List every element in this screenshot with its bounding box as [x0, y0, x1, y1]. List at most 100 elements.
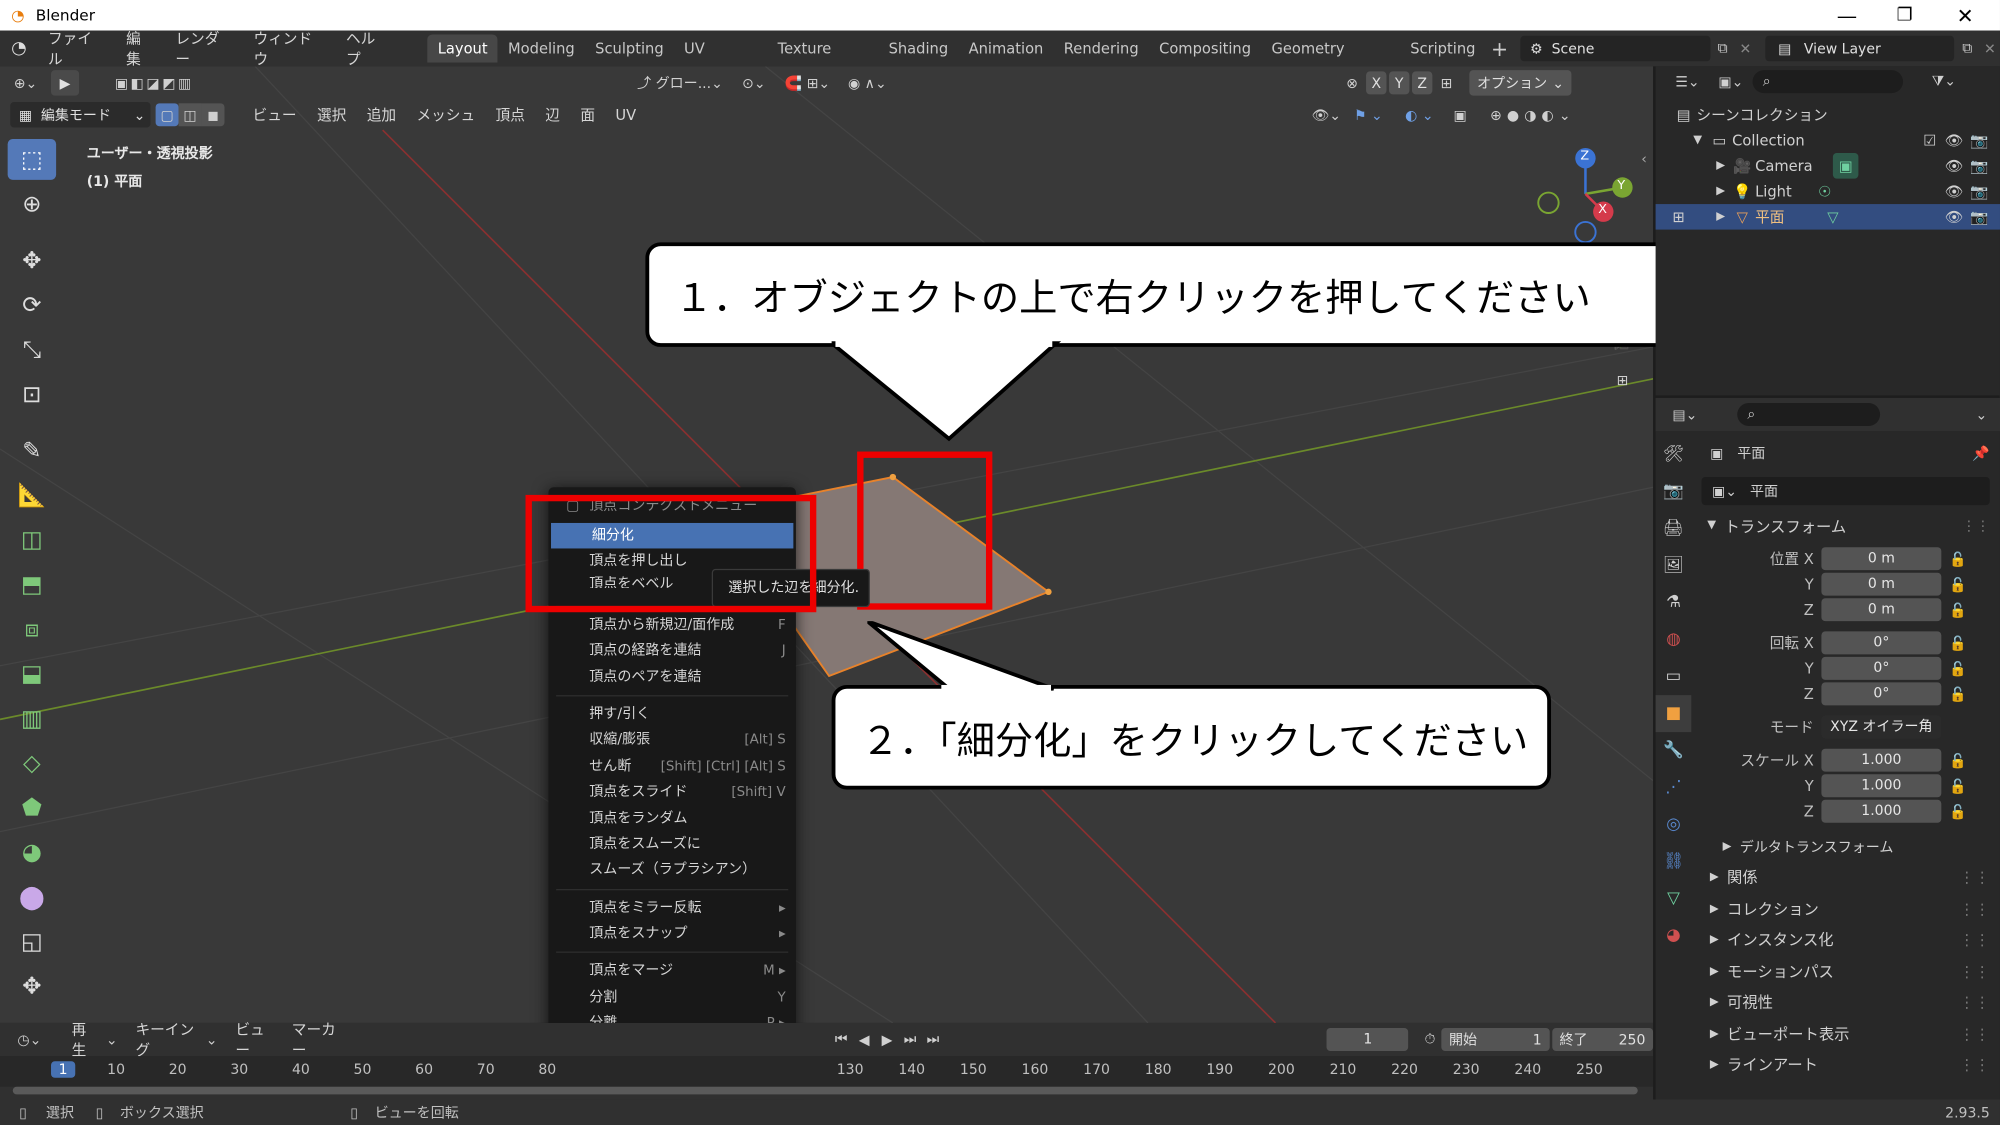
workspace-tab[interactable]: UV Editing [674, 34, 768, 86]
render-camera-icon[interactable]: 📷 [1967, 153, 1993, 179]
context-menu-item[interactable]: 頂点から新規辺/面作成 F [548, 612, 795, 638]
workspace-tab[interactable]: Rendering [1054, 34, 1149, 62]
context-menu-item[interactable]: 押す/引く [548, 701, 795, 727]
drag-handle-icon[interactable]: ⋮⋮ [1959, 987, 1990, 1018]
scene-selector[interactable]: ⚙ Scene [1521, 35, 1711, 62]
context-menu-item[interactable]: 収縮/膨張 [Alt] S [548, 727, 795, 753]
edit-mode-toggle-icon[interactable]: ⊞ [1663, 204, 1694, 230]
eye-icon[interactable]: 👁 [1941, 179, 1967, 205]
edge-slide-tool-icon[interactable]: ◱ [8, 921, 56, 962]
workspace-tab[interactable]: Shading [878, 34, 958, 62]
viewport-menu-item[interactable]: 選択 [307, 105, 357, 125]
end-frame-field[interactable]: 終了 250 [1551, 1028, 1654, 1052]
bevel-tool-icon[interactable]: ⬓ [8, 653, 56, 694]
properties-editor-icon[interactable]: ▤⌄ [1663, 406, 1706, 423]
timeline-menu-item[interactable]: キーイング [125, 1019, 205, 1060]
auto-merge-icon[interactable]: ⊞ [1434, 75, 1460, 92]
maximize-icon[interactable]: ❐ [1897, 5, 1913, 25]
transform-tool-icon[interactable]: ⊡ [8, 374, 56, 415]
timeline-scrollbar[interactable] [12, 1086, 1638, 1095]
new-view-layer-icon[interactable]: ⧉ [1955, 40, 1980, 58]
transform-orientation[interactable]: ⤴ グロー... ⌄ [633, 73, 735, 93]
mirror-axis-icon[interactable]: ⊗ [1339, 75, 1365, 92]
edge-select-icon[interactable]: ◫ [178, 103, 202, 127]
pin-icon[interactable]: 📌 [1972, 445, 1989, 462]
scene-tab-icon[interactable]: ⚗ [1656, 584, 1692, 621]
disclosure-closed-icon[interactable]: ▶ [1712, 179, 1730, 205]
particles-tab-icon[interactable]: ⋰ [1656, 769, 1692, 806]
lock-icon[interactable]: 🔓 [1949, 777, 1966, 794]
viewport-menu-item[interactable]: 追加 [357, 105, 407, 125]
gizmo-toggle-icon[interactable]: ⚑ ⌄ [1343, 107, 1394, 124]
blender-menu-icon[interactable]: ◔ [0, 38, 38, 58]
main-menu-item[interactable]: レンダー [165, 28, 243, 69]
world-tab-icon[interactable]: ◍ [1656, 621, 1692, 658]
eye-icon[interactable]: 👁 [1941, 204, 1967, 230]
select-box-tool-icon[interactable]: ⬚ [7, 139, 57, 180]
filter-icon[interactable]: ⧩⌄ [1926, 73, 1962, 91]
knife-tool-icon[interactable]: ◇ [8, 742, 56, 783]
mirror-y-button[interactable]: Y [1389, 71, 1410, 95]
inset-tool-icon[interactable]: ⧈ [8, 608, 56, 649]
jump-start-icon[interactable]: ⏮ [830, 1031, 853, 1049]
rotation-y-field[interactable]: 0° [1821, 656, 1942, 680]
minimize-icon[interactable]: — [1837, 3, 1857, 27]
object-tab-icon[interactable]: ■ [1655, 695, 1692, 733]
current-frame-field[interactable]: 1 [1327, 1028, 1409, 1052]
shading-modes-icon[interactable]: ⊕●◑◐⌄ [1475, 107, 1590, 124]
visibility-icon[interactable]: 👁⌄ [1310, 107, 1343, 124]
context-menu-item[interactable]: スムーズ（ラプラシアン） [548, 858, 795, 884]
main-menu-item[interactable]: ウィンドウ [243, 28, 336, 69]
properties-panel-header[interactable]: ▶ モーションパス ⋮⋮ [1694, 956, 2000, 987]
jump-end-icon[interactable]: ⏭ [922, 1031, 945, 1049]
data-tab-icon[interactable]: ▽ [1656, 880, 1692, 917]
disclosure-closed-icon[interactable]: ▶ [1712, 153, 1730, 179]
lock-icon[interactable]: 🔓 [1949, 803, 1966, 820]
properties-panel-header[interactable]: ▶ ビューポート表示 ⋮⋮ [1694, 1018, 2000, 1049]
scale-x-field[interactable]: 1.000 [1821, 748, 1942, 772]
lock-icon[interactable]: 🔓 [1949, 550, 1966, 567]
tool-tab-icon[interactable]: 🛠 [1656, 436, 1692, 473]
collection-row[interactable]: ▼ ▭ Collection ☑ 👁 📷 [1656, 128, 2000, 154]
loop-cut-tool-icon[interactable]: ▥ [8, 698, 56, 739]
outliner-search[interactable]: ⌕ [1752, 70, 1904, 94]
sidebar-toggle-icon[interactable]: ‹ [1638, 151, 1651, 168]
editor-type-icon[interactable]: ⊕⌄ [0, 75, 51, 92]
context-menu-item[interactable]: 頂点のペアを連結 [548, 664, 795, 690]
datablock-row[interactable]: ▣⌄ 平面 [1701, 477, 1990, 506]
context-menu-item[interactable]: 頂点をスナップ ▸ [548, 921, 795, 947]
cursor-tool-icon[interactable]: ⊕ [8, 184, 56, 225]
xray-toggle-icon[interactable]: ▣ [1445, 107, 1476, 124]
workspace-tab[interactable]: Animation [958, 34, 1053, 62]
modifier-tab-icon[interactable]: 🔧 [1656, 732, 1692, 769]
move-tool-icon[interactable]: ✥ [8, 240, 56, 281]
spin-tool-icon[interactable]: ◕ [8, 832, 56, 873]
face-select-icon[interactable]: ◼ [201, 103, 225, 127]
add-cube-tool-icon[interactable]: ◫ [8, 519, 56, 560]
properties-panel-header[interactable]: ▶ ラインアート ⋮⋮ [1694, 1050, 2000, 1081]
properties-search[interactable]: ⌕ [1737, 403, 1881, 427]
scale-y-field[interactable]: 1.000 [1821, 774, 1942, 798]
timeline-editor-icon[interactable]: ◷⌄ [10, 1031, 48, 1048]
rotation-x-field[interactable]: 0° [1821, 631, 1942, 655]
measure-tool-icon[interactable]: 📐 [8, 474, 56, 515]
select-mode-icons[interactable]: ▣◧◪◩▥ [97, 75, 212, 92]
workspace-tab[interactable]: Texture Paint [767, 34, 878, 86]
extrude-tool-icon[interactable]: ⬒ [8, 564, 56, 605]
render-camera-icon[interactable]: 📷 [1967, 179, 1993, 205]
workspace-tab[interactable]: Sculpting [585, 34, 674, 62]
display-mode-icon[interactable]: ▣⌄ [1709, 73, 1752, 90]
drag-handle-icon[interactable]: ⋮⋮ [1959, 1050, 1990, 1081]
viewport-menu-item[interactable]: メッシュ [406, 105, 485, 125]
timeline-menu-item[interactable]: ビュー [225, 1019, 281, 1060]
context-menu-item[interactable]: 頂点をマージ M ▸ [548, 958, 795, 984]
delete-scene-icon[interactable]: ✕ [1735, 40, 1755, 57]
viewport-menu-item[interactable]: 面 [570, 105, 605, 125]
viewport-menu-item[interactable]: 辺 [535, 105, 570, 125]
prev-frame-icon[interactable]: ◀ [853, 1031, 876, 1048]
properties-panel-header[interactable]: ▶ 可視性 ⋮⋮ [1694, 987, 2000, 1018]
viewport-menu-item[interactable]: ビュー [242, 105, 306, 125]
physics-tab-icon[interactable]: ◎ [1656, 806, 1692, 843]
shrink-tool-icon[interactable]: ✥ [8, 966, 56, 1007]
eye-icon[interactable]: 👁 [1941, 153, 1967, 179]
